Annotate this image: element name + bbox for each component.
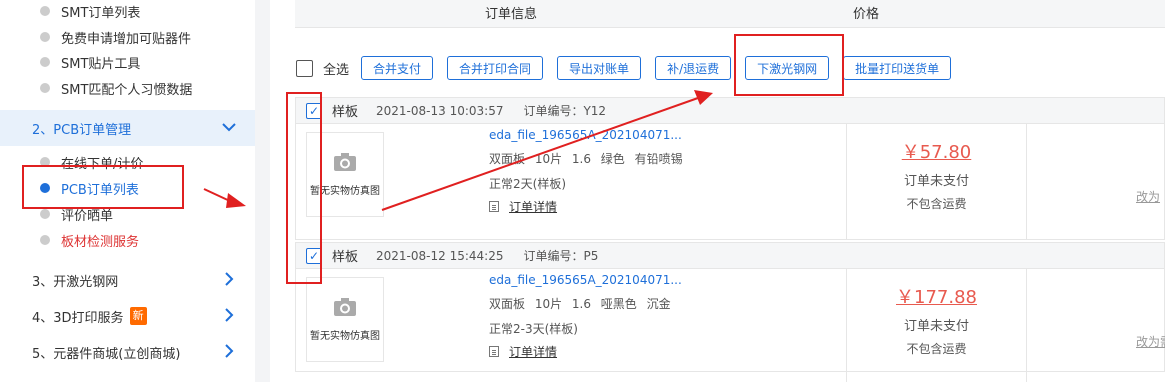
order-price[interactable]: ￥57.80: [847, 138, 1026, 164]
document-icon: [489, 346, 499, 357]
new-badge: 新: [129, 307, 147, 325]
bullet-icon: [40, 32, 50, 42]
price-column: ￥177.88 订单未支付 不包含运费: [847, 283, 1026, 357]
sidebar-section-label: 4、3D打印服务: [32, 310, 124, 326]
sidebar-section-label: 3、开激光钢网: [32, 274, 119, 290]
sidebar-item-label: 免费申请增加可贴器件: [61, 31, 192, 47]
sidebar-item-smt-tools[interactable]: SMT贴片工具: [40, 51, 140, 73]
order-info: eda_file_196565A_202104071... 双面板 10片 1.…: [489, 128, 683, 215]
order-spec: 双面板 10片 1.6 绿色 有铅喷锡: [489, 152, 683, 166]
file-name-link[interactable]: eda_file_196565A_202104071...: [489, 273, 682, 287]
column-header-order-info: 订单信息: [485, 7, 538, 22]
shipping-adjust-button[interactable]: 补/退运费: [655, 56, 732, 80]
order-toolbar: 全选 合并支付 合并打印合同 导出对账单 补/退运费 下激光钢网 批量打印送货单: [296, 55, 965, 81]
order-body: 暂无实物仿真图 eda_file_196565A_202104071... 双面…: [296, 269, 1165, 382]
order-number: 订单编号：P5: [523, 249, 599, 263]
thumbnail-text: 暂无实物仿真图: [310, 331, 380, 342]
bullet-icon: [40, 209, 50, 219]
board-thumbnail: 暂无实物仿真图: [306, 277, 384, 362]
order-datetime: 2021-08-12 15:44:25: [376, 248, 504, 263]
order-card: ✓ 样板 2021-08-13 10:03:57 订单编号：Y12 暂无实物仿真…: [295, 97, 1165, 240]
shipping-note: 不包含运费: [906, 342, 967, 356]
order-type: 样板: [332, 105, 359, 120]
sidebar-item-label: SMT贴片工具: [61, 56, 141, 72]
bullet-icon: [40, 235, 50, 245]
price-column: ￥57.80 订单未支付 不包含运费: [847, 138, 1026, 212]
batch-print-delivery-button[interactable]: 批量打印送货单: [843, 56, 952, 80]
sidebar-section-pcb-orders[interactable]: 2、PCB订单管理: [0, 110, 255, 146]
order-spec: 双面板 10片 1.6 哑黑色 沉金: [489, 297, 671, 311]
camera-icon: [334, 298, 356, 316]
order-lead-time: 正常2天(样板): [489, 177, 566, 191]
merge-pay-button[interactable]: 合并支付: [361, 56, 434, 80]
table-header: 订单信息 价格: [295, 0, 1165, 28]
order-detail-link[interactable]: 订单详情: [509, 198, 557, 215]
order-header: ✓ 样板 2021-08-12 15:44:25 订单编号：P5: [296, 243, 1164, 269]
select-all-label[interactable]: 全选: [323, 59, 349, 78]
shipping-note: 不包含运费: [906, 197, 967, 211]
order-detail-link[interactable]: 订单详情: [509, 343, 557, 360]
chevron-right-icon: [221, 271, 237, 291]
bullet-icon: [40, 83, 50, 93]
select-all-checkbox[interactable]: [296, 59, 313, 77]
order-number: 订单编号：Y12: [523, 104, 607, 118]
order-price[interactable]: ￥177.88: [847, 283, 1026, 309]
sidebar-item-label: SMT匹配个人习惯数据: [61, 82, 193, 98]
sidebar-item-board-testing[interactable]: 板材检测服务: [40, 229, 139, 251]
annotation-box-pcb-orders: [22, 165, 184, 209]
chevron-down-icon: [221, 119, 237, 139]
main-content: 订单信息 价格 全选 合并支付 合并打印合同 导出对账单 补/退运费 下激光钢网…: [270, 0, 1165, 382]
sidebar-section-label: 2、PCB订单管理: [32, 122, 132, 138]
order-body: 暂无实物仿真图 eda_file_196565A_202104071... 双面…: [296, 124, 1164, 239]
order-detail: 订单详情: [489, 343, 682, 360]
sidebar-section-label: 5、元器件商城(立创商城): [32, 346, 181, 362]
sidebar-item-label: 板材检测服务: [61, 234, 140, 250]
payment-status: 订单未支付: [903, 319, 969, 334]
chevron-right-icon: [221, 307, 237, 327]
order-card: ✓ 样板 2021-08-12 15:44:25 订单编号：P5 暂无实物仿真图…: [295, 242, 1165, 382]
order-type: 样板: [332, 250, 359, 265]
order-lead-time: 正常2-3天(样板): [489, 322, 578, 336]
sidebar-section-components-mall[interactable]: 5、元器件商城(立创商城): [0, 334, 255, 370]
sidebar-item-label: SMT订单列表: [61, 5, 141, 21]
order-action-link[interactable]: 改为需: [1136, 333, 1165, 350]
order-datetime: 2021-08-13 10:03:57: [376, 103, 504, 118]
document-icon: [489, 201, 499, 212]
file-name-link[interactable]: eda_file_196565A_202104071...: [489, 128, 683, 142]
export-statement-button[interactable]: 导出对账单: [557, 56, 642, 80]
payment-status: 订单未支付: [903, 174, 969, 189]
bullet-icon: [40, 6, 50, 16]
order-header: ✓ 样板 2021-08-13 10:03:57 订单编号：Y12: [296, 98, 1164, 124]
divider: [1026, 124, 1027, 239]
order-action-link[interactable]: 改为: [1136, 188, 1160, 205]
order-info: eda_file_196565A_202104071... 双面板 10片 1.…: [489, 273, 682, 360]
sidebar-section-3d-print[interactable]: 4、3D打印服务 新: [0, 298, 255, 334]
sidebar-item-smt-habits[interactable]: SMT匹配个人习惯数据: [40, 77, 192, 99]
camera-icon: [334, 153, 356, 171]
order-detail: 订单详情: [489, 198, 683, 215]
chevron-right-icon: [221, 343, 237, 363]
annotation-box-laser-stencil: [734, 34, 844, 96]
divider: [1026, 269, 1027, 382]
sidebar-section-laser-stencil[interactable]: 3、开激光钢网: [0, 262, 255, 298]
sidebar-item-smt-orders[interactable]: SMT订单列表: [40, 0, 140, 22]
annotation-box-checkboxes: [286, 92, 322, 284]
sidebar-item-free-apply[interactable]: 免费申请增加可贴器件: [40, 26, 191, 48]
bullet-icon: [40, 57, 50, 67]
merge-print-contract-button[interactable]: 合并打印合同: [447, 56, 544, 80]
column-header-price: 价格: [853, 7, 880, 22]
